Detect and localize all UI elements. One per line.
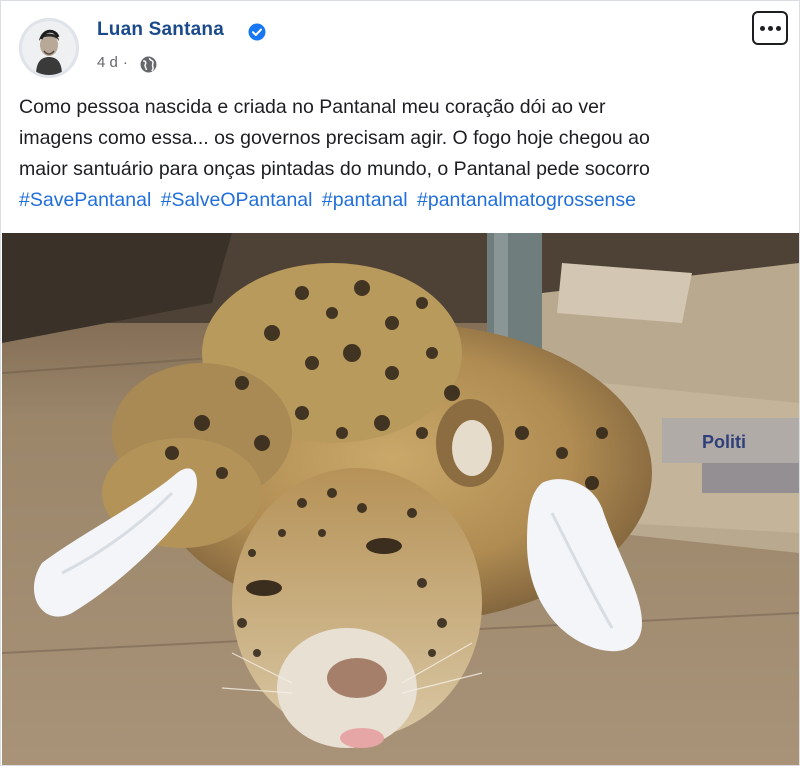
post-text-line: imagens como essa... os governos precisa… — [19, 127, 650, 149]
hashtag-link[interactable]: #SavePantanal — [19, 189, 151, 211]
hashtag-link[interactable]: #pantanal — [322, 189, 408, 211]
more-options-icon — [759, 25, 765, 31]
jaguar-photo: Politi — [2, 233, 799, 765]
more-dot — [767, 25, 773, 31]
hashtags: #SavePantanal #SalveOPantanal #pantanal … — [19, 185, 789, 216]
post-text-line: maior santuário para onças pintadas do m… — [19, 158, 650, 180]
hashtag-link[interactable]: #pantanalmatogrossense — [417, 189, 636, 211]
more-dot — [775, 25, 781, 31]
post-timestamp[interactable]: 4 d — [97, 54, 118, 71]
post-text: Como pessoa nascida e criada no Pantanal… — [19, 92, 789, 216]
post-meta: 4 d · — [97, 54, 133, 71]
hashtag-link[interactable]: #SalveOPantanal — [161, 189, 313, 211]
meta-separator: · — [122, 54, 128, 71]
facebook-post: Luan Santana 4 d · Como pessoa nascida e … — [0, 0, 800, 766]
verified-badge-icon — [248, 23, 266, 41]
post-header: Luan Santana 4 d · — [1, 1, 800, 93]
post-text-line: Como pessoa nascida e criada no Pantanal… — [19, 96, 606, 118]
post-photo[interactable]: Politi — [2, 233, 799, 765]
globe-icon[interactable] — [140, 56, 157, 73]
author-name[interactable]: Luan Santana — [97, 19, 224, 41]
box-label: Politi — [702, 432, 746, 452]
avatar[interactable] — [19, 18, 79, 78]
more-options-button[interactable] — [752, 11, 788, 45]
